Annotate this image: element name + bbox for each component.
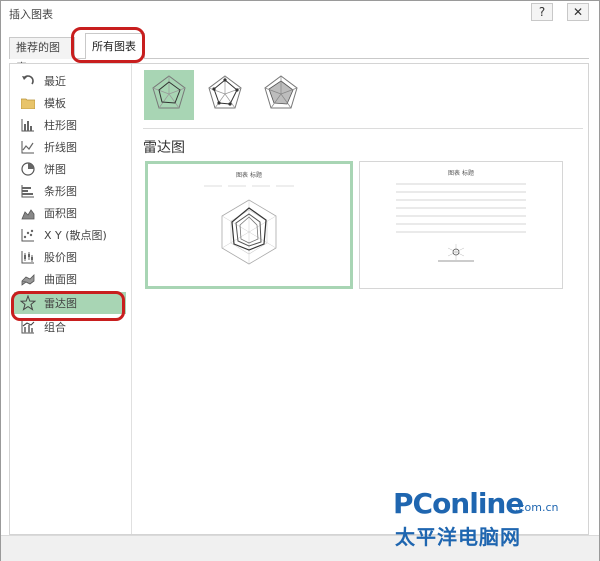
scatter-chart-icon bbox=[20, 227, 36, 243]
radar-variant-basic[interactable] bbox=[144, 70, 194, 120]
radar-variant-filled[interactable] bbox=[256, 70, 306, 120]
sidebar-item-label: 折线图 bbox=[44, 141, 77, 154]
sidebar-item-label: 股价图 bbox=[44, 251, 77, 264]
title-bar: 插入图表 ? ✕ bbox=[1, 1, 599, 25]
watermark-domain: .com.cn bbox=[515, 501, 559, 514]
watermark-chinese: 太平洋电脑网 bbox=[395, 525, 521, 549]
sidebar-item-label: 模板 bbox=[44, 97, 66, 110]
pie-chart-icon bbox=[20, 161, 36, 177]
tab-highlight-annotation bbox=[71, 27, 145, 63]
sidebar-item-pie[interactable]: 饼图 bbox=[14, 158, 126, 180]
sidebar-item-label: 面积图 bbox=[44, 207, 77, 220]
sidebar-item-area[interactable]: 面积图 bbox=[14, 202, 126, 224]
sidebar-item-label: 曲面图 bbox=[44, 273, 77, 286]
sidebar-item-templates[interactable]: 模板 bbox=[14, 92, 126, 114]
sidebar-item-line[interactable]: 折线图 bbox=[14, 136, 126, 158]
folder-icon bbox=[20, 95, 36, 111]
radar-preview-2[interactable]: 图表 标题 bbox=[359, 161, 563, 289]
radar-filled-icon bbox=[259, 72, 303, 119]
bar-chart-icon bbox=[20, 183, 36, 199]
sidebar-item-label: 组合 bbox=[44, 321, 66, 334]
pconline-watermark: PConline .com.cn 太平洋电脑网 bbox=[393, 487, 593, 555]
radar-preview-1[interactable]: 图表 标题 bbox=[145, 161, 353, 289]
preview-radar-1-graphic bbox=[204, 185, 294, 265]
sidebar-item-label: X Y (散点图) bbox=[44, 229, 107, 242]
sidebar-highlight-annotation bbox=[11, 291, 125, 321]
sidebar-item-label: 最近 bbox=[44, 75, 66, 88]
stock-chart-icon bbox=[20, 249, 36, 265]
tab-recommended-charts[interactable]: 推荐的图表 bbox=[9, 37, 75, 74]
sidebar-item-label: 条形图 bbox=[44, 185, 77, 198]
surface-chart-icon bbox=[20, 271, 36, 287]
combo-chart-icon bbox=[20, 319, 36, 335]
sidebar-item-scatter[interactable]: X Y (散点图) bbox=[14, 224, 126, 246]
dialog-title: 插入图表 bbox=[9, 8, 53, 21]
line-chart-icon bbox=[20, 139, 36, 155]
sidebar-item-surface[interactable]: 曲面图 bbox=[14, 268, 126, 290]
column-chart-icon bbox=[20, 117, 36, 133]
section-title: 雷达图 bbox=[143, 140, 185, 156]
sidebar-item-stock[interactable]: 股价图 bbox=[14, 246, 126, 268]
sidebar-item-column[interactable]: 柱形图 bbox=[14, 114, 126, 136]
preview-radar-2-graphic bbox=[396, 183, 526, 262]
close-button[interactable]: ✕ bbox=[567, 3, 589, 21]
sidebar-item-bar[interactable]: 条形图 bbox=[14, 180, 126, 202]
variant-divider bbox=[143, 128, 583, 129]
recent-icon bbox=[20, 73, 36, 89]
radar-variant-strip bbox=[144, 70, 314, 122]
sidebar-item-label: 饼图 bbox=[44, 163, 66, 176]
radar-variant-markers[interactable] bbox=[200, 70, 250, 120]
insert-chart-dialog: 插入图表 ? ✕ 推荐的图表 所有图表 最近 模板 bbox=[0, 0, 600, 561]
radar-markers-icon bbox=[203, 72, 247, 119]
help-button[interactable]: ? bbox=[531, 3, 553, 21]
sidebar-item-recent[interactable]: 最近 bbox=[14, 70, 126, 92]
watermark-brand: PConline bbox=[393, 487, 524, 520]
area-chart-icon bbox=[20, 205, 36, 221]
radar-basic-icon bbox=[147, 72, 191, 119]
sidebar-item-label: 柱形图 bbox=[44, 119, 77, 132]
